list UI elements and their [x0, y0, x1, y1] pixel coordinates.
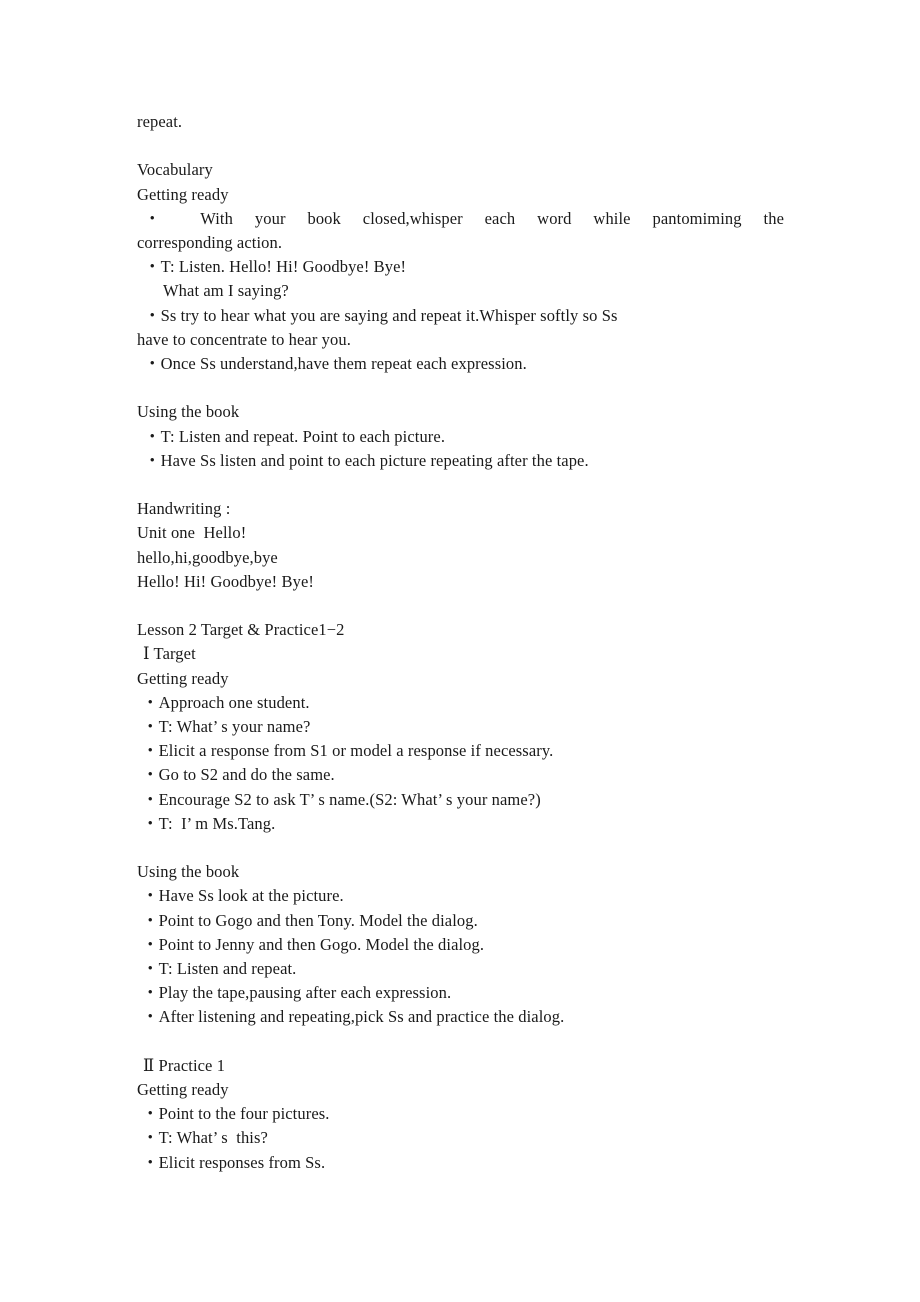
- text-line: ・T: Listen. Hello! Hi! Goodbye! Bye!: [144, 257, 407, 277]
- text-line: ・Have Ss listen and point to each pictur…: [144, 450, 589, 470]
- text-line: Lesson 2 Target & Practice1−2: [137, 620, 345, 640]
- text-line: ・T: Listen and repeat.: [142, 959, 297, 979]
- text-line: ・Play the tape,pausing after each expres…: [142, 983, 452, 1003]
- text-block-lesson-2: Lesson 2 Target & Practice1−2 Ⅰ Target Get…: [137, 594, 777, 836]
- text-line: Unit one Hello!: [137, 523, 247, 543]
- text-block-using-the-book-1: Using the book ・T: Listen and repeat. Poi…: [137, 376, 777, 473]
- text-line: Using the book: [137, 402, 240, 422]
- text-block-handwriting: Handwriting : Unit one Hello! hello,hi,goo…: [137, 473, 777, 594]
- text-line: ・T: Listen and repeat. Point to each pic…: [144, 426, 446, 446]
- document-page: repeat. Vocabulary Getting ready ・ With you…: [0, 0, 920, 1302]
- text-line: Handwriting :: [137, 499, 231, 519]
- text-line: ・Elicit responses from Ss.: [142, 1152, 326, 1172]
- text-block-practice-1: Ⅱ Practice 1 Getting ready ・Point to the f…: [137, 1030, 777, 1175]
- text-block-using-the-book-2: Using the book ・Have Ss look at the pictu…: [137, 836, 777, 1030]
- text-block-carryover: repeat.: [137, 110, 777, 134]
- text-line: ・Point to Gogo and then Tony. Model the …: [142, 910, 478, 930]
- text-line: ・T: What’ s your name?: [142, 717, 311, 737]
- text-line: ・Point to the four pictures.: [142, 1104, 330, 1124]
- text-line: ・Point to Jenny and then Gogo. Model the…: [142, 934, 485, 954]
- text-line: ・Elicit a response from S1 or model a re…: [142, 741, 554, 761]
- text-line: ・Once Ss understand,have them repeat eac…: [144, 354, 527, 374]
- text-line: Using the book: [137, 862, 240, 882]
- text-line: ・Approach one student.: [142, 692, 310, 712]
- text-line: Getting ready: [137, 184, 229, 204]
- text-line: Ⅰ Target: [143, 644, 196, 664]
- document-text-body: repeat. Vocabulary Getting ready ・ With you…: [137, 110, 784, 1175]
- text-line: ・After listening and repeating,pick Ss a…: [142, 1007, 565, 1027]
- text-line: hello,hi,goodbye,bye: [137, 547, 278, 567]
- text-line: ・Go to S2 and do the same.: [142, 765, 335, 785]
- text-line: corresponding action.: [137, 233, 283, 252]
- text-line: ・T: What’ s this?: [142, 1128, 268, 1148]
- text-line: Getting ready: [137, 1080, 229, 1100]
- text-line: Vocabulary: [137, 160, 213, 180]
- text-line: Ⅱ Practice 1: [143, 1055, 226, 1075]
- text-line: ・Ss try to hear what you are saying and …: [144, 305, 618, 325]
- text-line: ・Encourage S2 to ask T’ s name.(S2: What…: [142, 789, 541, 809]
- text-line: ・T: I’ m Ms.Tang.: [142, 813, 276, 833]
- text-line: ・Have Ss look at the picture.: [142, 886, 344, 906]
- text-line: have to concentrate to hear you.: [137, 329, 351, 349]
- text-line: What am I saying?: [163, 281, 289, 301]
- text-line: repeat.: [137, 112, 183, 131]
- text-line: ・ With your book closed,whisper each wor…: [144, 208, 784, 228]
- text-block-vocabulary: Vocabulary Getting ready ・ With your book …: [137, 134, 784, 376]
- text-line: Getting ready: [137, 668, 229, 688]
- text-line: Hello! Hi! Goodbye! Bye!: [137, 571, 314, 591]
